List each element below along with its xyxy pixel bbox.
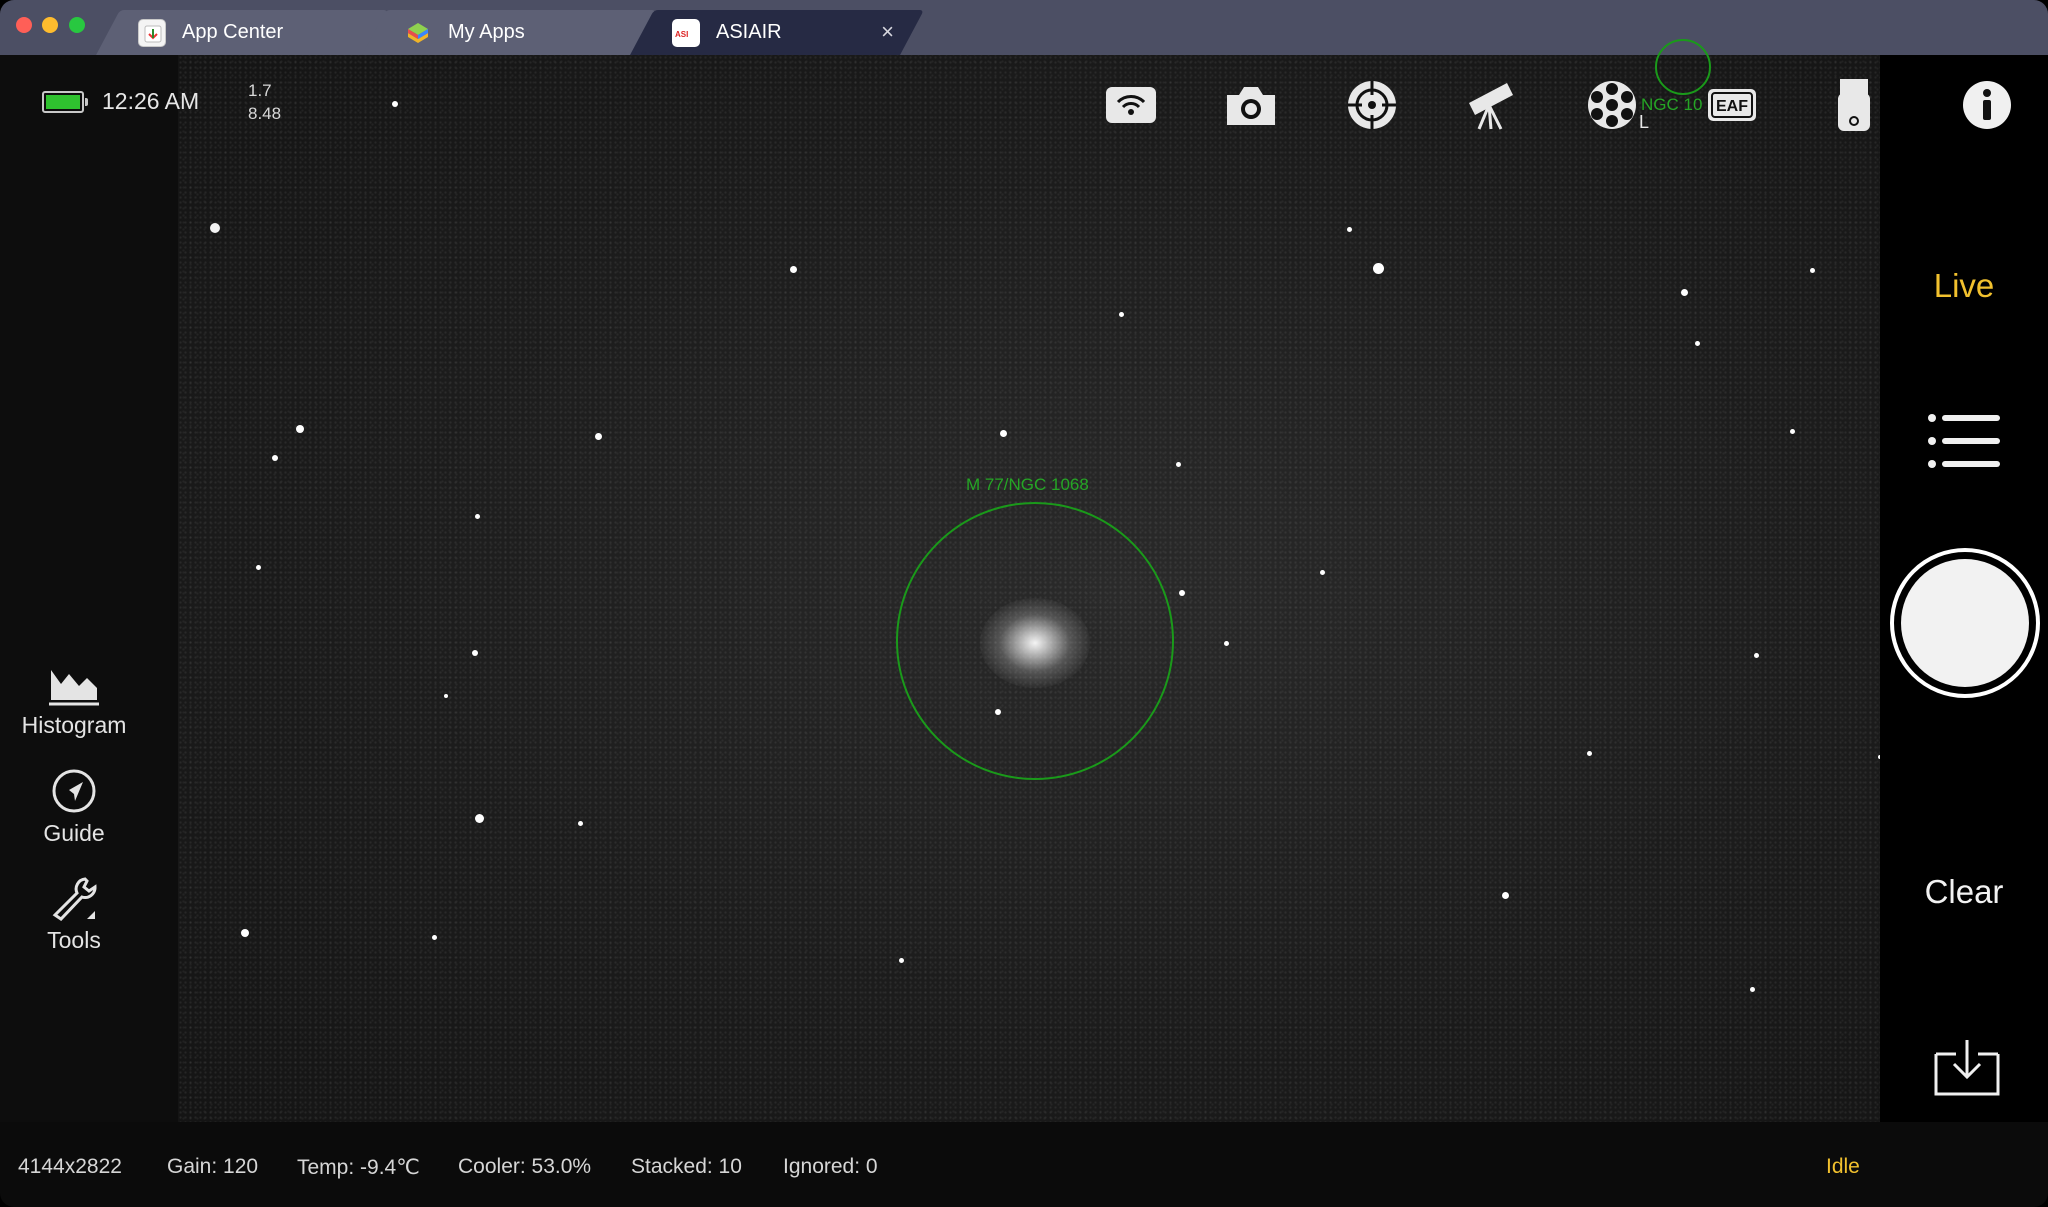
stacked-count: Stacked: 10 [631, 1155, 742, 1178]
eaf-icon[interactable]: EAF [1704, 77, 1760, 133]
temperature: Temp: -9.4℃ [297, 1156, 420, 1179]
status-value-2: 8.48 [248, 104, 282, 123]
clock: 12:26 AM [102, 88, 200, 114]
guide-scope-icon[interactable] [1344, 77, 1400, 133]
clear-button[interactable]: Clear [1880, 873, 2048, 911]
cooler: Cooler: 53.0% [458, 1155, 592, 1178]
filter-letter: L [1639, 112, 1650, 132]
window-maximize-button[interactable] [69, 17, 85, 33]
tab-asiair[interactable]: ASI ASIAIR × [630, 10, 924, 55]
app-window: App Center My Apps ASI ASIAIR × 12:26 AM… [0, 0, 2048, 1207]
wrench-icon [52, 877, 97, 921]
gain: Gain: 120 [167, 1155, 259, 1178]
target-circle [896, 502, 1174, 780]
compass-icon [52, 769, 96, 813]
svg-text:ASI: ASI [675, 30, 688, 39]
download-icon[interactable] [1932, 1034, 2002, 1098]
menu-icon[interactable] [1926, 410, 2002, 472]
battery-icon [42, 91, 88, 113]
guide-button[interactable]: Guide [0, 768, 148, 847]
live-mode-button[interactable]: Live [1880, 267, 2048, 305]
window-minimize-button[interactable] [42, 17, 58, 33]
tools-button[interactable]: Tools [0, 875, 148, 954]
status-value-1: 1.7 [248, 81, 272, 100]
my-apps-icon [404, 19, 432, 47]
tab-label: My Apps [448, 21, 525, 43]
guide-label: Guide [43, 820, 105, 846]
usb-drive-icon[interactable] [1826, 77, 1882, 133]
histogram-button[interactable]: Histogram [0, 660, 148, 739]
tab-my-apps[interactable]: My Apps [362, 10, 656, 55]
mini-target-label: NGC 10 [1641, 95, 1703, 114]
asiair-icon: ASI [672, 18, 700, 47]
tab-app-center[interactable]: App Center [96, 10, 388, 55]
tab-label: ASIAIR [716, 21, 782, 43]
filter-wheel-icon[interactable] [1584, 77, 1640, 133]
tab-label: App Center [182, 21, 284, 43]
target-label: M 77/NGC 1068 [966, 475, 1089, 494]
close-tab-icon[interactable]: × [881, 18, 894, 46]
resolution: 4144x2822 [18, 1155, 122, 1178]
ignored-count: Ignored: 0 [783, 1155, 878, 1178]
asiair-app: 12:26 AM 1.7 8.48 EAF M 77/NGC 1068 NGC … [0, 39, 2048, 1207]
tab-bar: App Center My Apps ASI ASIAIR × [0, 0, 2048, 55]
app-center-icon [138, 18, 166, 47]
mini-target-circle [1655, 39, 1711, 95]
tools-label: Tools [47, 927, 101, 953]
histogram-label: Histogram [21, 712, 127, 738]
info-icon[interactable] [1959, 77, 2015, 133]
shutter-button[interactable] [1890, 548, 2040, 698]
wifi-icon[interactable] [1103, 77, 1159, 133]
window-close-button[interactable] [16, 17, 32, 33]
eaf-label: EAF [1716, 98, 1748, 115]
left-rail [0, 55, 178, 1122]
telescope-icon[interactable] [1463, 77, 1519, 133]
camera-icon[interactable] [1223, 77, 1279, 133]
status-badge: Idle [1826, 1155, 1860, 1178]
histogram-icon [49, 670, 99, 706]
